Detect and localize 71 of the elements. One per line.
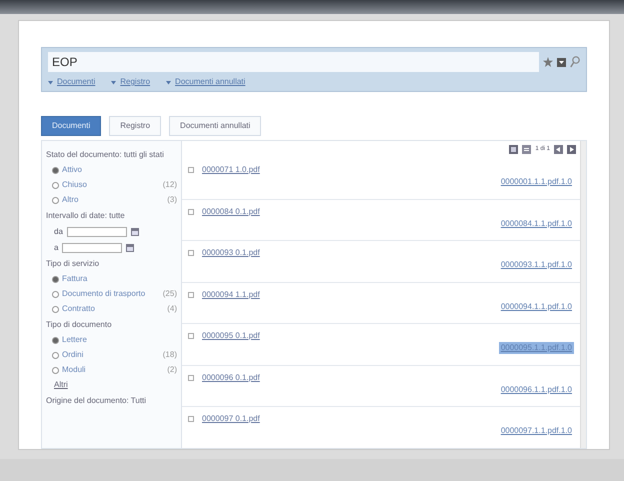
document-link[interactable]: 0000071 1.0.pdf: [202, 164, 260, 176]
date-field[interactable]: [66, 227, 127, 237]
option-count: (3): [167, 194, 177, 206]
radio-button[interactable]: [52, 306, 59, 312]
option-label[interactable]: Ordini: [62, 349, 84, 361]
file-link[interactable]: 0000001.1.1.pdf.1.0: [498, 176, 574, 188]
option-label[interactable]: Moduli: [62, 364, 86, 376]
dropdown-icon[interactable]: [557, 58, 566, 66]
breadcrumb-link[interactable]: Documenti: [57, 76, 96, 88]
filter-heading: Tipo di servizio: [46, 258, 100, 270]
radio-button[interactable]: [52, 196, 59, 204]
option-label[interactable]: Documento di trasporto: [62, 288, 146, 300]
triangle-icon: [111, 80, 116, 84]
breadcrumb-link[interactable]: Documenti annullati: [175, 76, 246, 88]
document-link[interactable]: 0000094 1.1.pdf: [202, 288, 260, 300]
list-icon[interactable]: [522, 145, 532, 154]
checkbox[interactable]: [188, 250, 194, 256]
breadcrumb-link[interactable]: Registro: [120, 76, 150, 88]
radio-button[interactable]: [52, 352, 59, 358]
more-link[interactable]: Altri: [54, 379, 68, 391]
option-count: (4): [167, 303, 177, 315]
search-field[interactable]: EOP: [48, 52, 539, 72]
checkbox[interactable]: [188, 167, 194, 173]
checkbox[interactable]: [188, 208, 194, 214]
document-link[interactable]: 0000084 0.1.pdf: [202, 206, 260, 218]
checkbox[interactable]: [188, 374, 194, 380]
previous-page-icon[interactable]: [554, 145, 563, 154]
file-link[interactable]: 0000097.1.1.pdf.1.0: [498, 425, 574, 437]
option-label[interactable]: Contratto: [62, 303, 95, 315]
field-label: da: [54, 226, 63, 238]
option-label[interactable]: Altro: [62, 194, 78, 206]
option-label[interactable]: Chiuso: [62, 179, 87, 191]
file-link[interactable]: 0000093.1.1.pdf.1.0: [498, 259, 574, 271]
option-count: (12): [162, 179, 177, 191]
document-link[interactable]: 0000097 0.1.pdf: [202, 413, 260, 425]
file-link[interactable]: 0000094.1.1.pdf.1.0: [498, 300, 574, 312]
filter-heading: Tipo di documento: [46, 319, 113, 331]
grid-icon[interactable]: [509, 145, 518, 154]
field-label: a: [54, 242, 58, 254]
tab[interactable]: Documenti: [41, 116, 102, 136]
scrollbar[interactable]: [580, 141, 586, 448]
option-count: (25): [162, 288, 177, 300]
file-link[interactable]: 0000096.1.1.pdf.1.0: [498, 384, 574, 396]
filter-heading: Origine del documento: Tutti: [46, 395, 148, 407]
radio-button[interactable]: [52, 336, 59, 344]
tab[interactable]: Documenti annullati: [169, 116, 262, 136]
triangle-icon: [166, 80, 172, 84]
checkbox[interactable]: [188, 292, 194, 298]
radio-button[interactable]: [52, 182, 59, 188]
document-link[interactable]: 0000093 0.1.pdf: [202, 247, 260, 259]
filter-heading: Intervallo di date: tutte: [46, 210, 126, 222]
file-link[interactable]: 0000084.1.1.pdf.1.0: [498, 218, 574, 230]
radio-button[interactable]: [52, 366, 59, 374]
option-label[interactable]: Fattura: [62, 273, 88, 285]
triangle-icon: [48, 80, 53, 84]
next-page-icon[interactable]: [567, 145, 576, 154]
filter-heading: Stato del documento: tutti gli stati: [46, 149, 165, 161]
radio-button[interactable]: [52, 166, 59, 174]
option-label[interactable]: Attivo: [62, 164, 82, 176]
document-link[interactable]: 0000096 0.1.pdf: [202, 372, 260, 384]
tab[interactable]: Registro: [109, 116, 162, 136]
option-label[interactable]: Lettere: [62, 334, 87, 346]
radio-button[interactable]: [52, 276, 59, 282]
radio-button[interactable]: [52, 290, 59, 298]
document-link[interactable]: 0000095 0.1.pdf: [202, 330, 260, 342]
option-count: (18): [162, 349, 177, 361]
star-icon[interactable]: [543, 57, 553, 67]
option-count: (2): [167, 364, 177, 376]
checkbox[interactable]: [188, 416, 194, 422]
date-field[interactable]: [62, 243, 122, 253]
checkbox[interactable]: [188, 333, 194, 339]
